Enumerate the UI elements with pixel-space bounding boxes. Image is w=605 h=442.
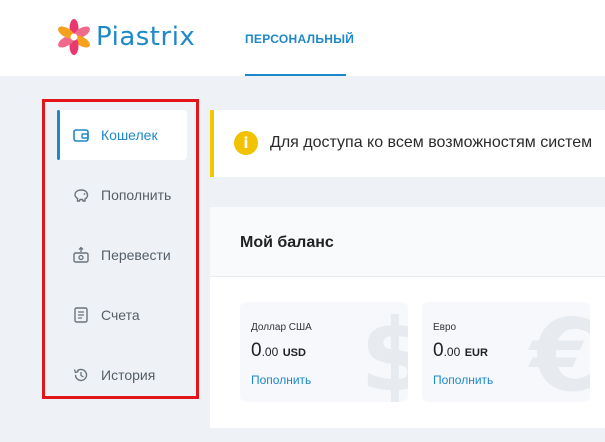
sidebar-item-label: Перевести	[101, 247, 171, 263]
sidebar-item-deposit[interactable]: Пополнить	[57, 170, 187, 220]
currency-code: EUR	[464, 347, 488, 359]
deposit-link[interactable]: Пополнить	[433, 373, 493, 387]
currency-name: Доллар США	[251, 322, 312, 333]
info-icon: i	[234, 131, 258, 155]
history-icon	[73, 368, 88, 382]
balance-title: Мой баланс	[240, 234, 334, 251]
amount-integer: 0	[251, 340, 262, 361]
alert-text: Для доступа ко всем возможностям систем	[270, 134, 593, 151]
logo-text: Piastrix	[96, 22, 196, 52]
alert-accent-bar	[210, 110, 214, 177]
balance-card-usd: $ Доллар США 0.00 USD Пополнить	[240, 302, 408, 402]
dollar-watermark-icon: $	[360, 302, 408, 403]
transfer-icon	[73, 246, 89, 263]
logo[interactable]: Piastrix	[56, 14, 196, 60]
euro-watermark-icon: €	[530, 302, 590, 403]
tab-active-underline	[245, 74, 346, 76]
sidebar-item-invoices[interactable]: Счета	[57, 290, 187, 340]
balance-amount: 0.00 USD	[251, 340, 306, 362]
wallet-icon	[73, 129, 89, 142]
amount-decimal: .00	[261, 345, 279, 359]
currency-code: USD	[282, 347, 306, 359]
tab-personal[interactable]: ПЕРСОНАЛЬНЫЙ	[245, 0, 354, 76]
balance-amount: 0.00 EUR	[433, 340, 488, 362]
sidebar-item-label: Пополнить	[101, 187, 172, 203]
flower-logo-icon	[58, 19, 90, 55]
piggy-bank-icon	[74, 189, 89, 202]
deposit-link[interactable]: Пополнить	[251, 373, 311, 387]
top-header: Piastrix ПЕРСОНАЛЬНЫЙ	[0, 0, 605, 76]
amount-integer: 0	[433, 340, 444, 361]
tab-personal-label: ПЕРСОНАЛЬНЫЙ	[245, 32, 355, 46]
balance-header: Мой баланс	[210, 207, 605, 277]
access-alert: i Для доступа ко всем возможностям систе…	[210, 110, 605, 177]
balance-card-eur: € Евро 0.00 EUR Пополнить	[422, 302, 590, 402]
sidebar-item-label: Счета	[101, 307, 140, 323]
sidebar-item-history[interactable]: История	[57, 350, 187, 400]
sidebar-menu: Кошелек Пополнить Перевести Счета Истори…	[42, 99, 199, 399]
sidebar-item-label: Кошелек	[101, 127, 158, 143]
sidebar-item-wallet[interactable]: Кошелек	[57, 110, 187, 160]
currency-name: Евро	[433, 322, 457, 333]
balance-panel: Мой баланс $ Доллар США 0.00 USD Пополни…	[210, 207, 605, 428]
sidebar-item-label: История	[101, 367, 156, 383]
invoice-icon	[74, 307, 88, 323]
amount-decimal: .00	[443, 345, 461, 359]
sidebar-item-transfer[interactable]: Перевести	[57, 230, 187, 280]
